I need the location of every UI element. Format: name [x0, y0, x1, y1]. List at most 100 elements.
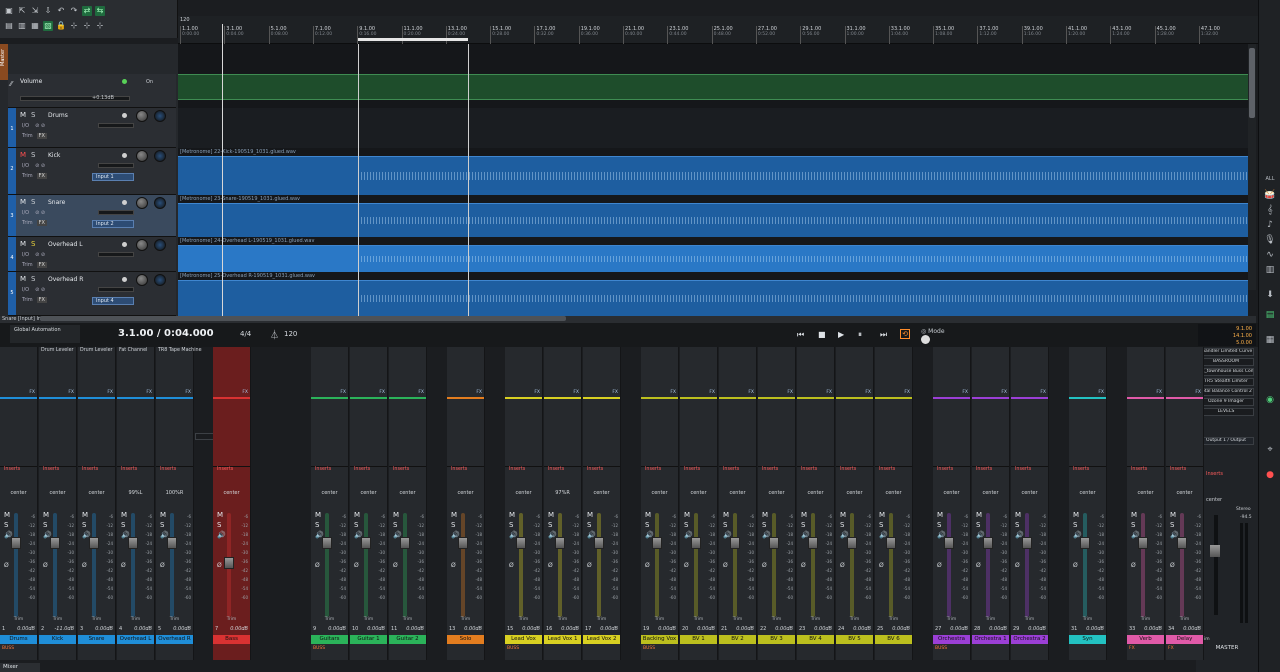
phase-invert-icon[interactable]: Ø [762, 562, 767, 569]
strip-insert-area[interactable]: FX [836, 347, 873, 467]
master-output-selector[interactable]: Output 1 / Output [1198, 437, 1254, 445]
strip-mute-button[interactable]: M [937, 510, 946, 520]
fader-track[interactable] [947, 513, 951, 617]
fader-cap[interactable] [322, 537, 332, 549]
strip-solo-button[interactable]: S [217, 520, 226, 530]
loop-range-bar[interactable] [358, 38, 468, 41]
master-plugin-slot[interactable]: BASSROOM [1198, 358, 1254, 366]
track-header-drums[interactable]: 1 M S Drums I/O ⊘ ⊘ Trim FX [8, 108, 176, 148]
phase-invert-icon[interactable]: Ø [587, 562, 592, 569]
inserts-toggle[interactable]: Inserts [1127, 467, 1164, 475]
strip-solo-button[interactable]: S [723, 520, 732, 530]
pan-value[interactable]: 100%R [156, 490, 193, 496]
inserts-toggle[interactable]: Inserts [505, 467, 542, 475]
fader-cap[interactable] [730, 537, 740, 549]
strip-solo-button[interactable]: S [1131, 520, 1140, 530]
pan-value[interactable]: center [797, 490, 834, 496]
mute-button[interactable]: M [20, 151, 26, 159]
fader-track[interactable] [364, 513, 368, 617]
pan-value[interactable]: center [1166, 490, 1203, 496]
strip-name[interactable]: Lead Vox 2 [583, 635, 620, 644]
fader-cap[interactable] [1138, 537, 1148, 549]
record-arm-button[interactable] [122, 277, 127, 282]
pan-value[interactable]: 99%L [117, 490, 154, 496]
strip-insert-area[interactable]: Fat Channel FX [117, 347, 225, 467]
track-header-snare[interactable]: 3 M S Snare I/O ⊘ ⊘ Trim FX Input 2 [8, 195, 176, 237]
master-plugin-slot[interactable]: TR5 Stealth Limiter [1198, 378, 1254, 386]
toolbar-row1-button-7-icon[interactable]: ⇆ [95, 6, 105, 16]
phase-invert-icon[interactable]: Ø [1015, 562, 1020, 569]
inserts-toggle[interactable]: Inserts [389, 467, 426, 475]
phase-invert-icon[interactable]: Ø [840, 562, 845, 569]
inserts-toggle[interactable]: Inserts [1069, 467, 1106, 475]
fx-button[interactable]: FX [36, 262, 47, 268]
strip-mute-button[interactable]: M [723, 510, 732, 520]
pan-value[interactable]: center [0, 490, 37, 496]
pan-knob[interactable] [136, 110, 148, 122]
synth-icon[interactable]: ∿ [1264, 250, 1276, 260]
strip-mute-button[interactable]: M [393, 510, 402, 520]
fader-cap[interactable] [458, 537, 468, 549]
fader-cap[interactable] [944, 537, 954, 549]
toolbar-row1-button-6-icon[interactable]: ⇄ [82, 6, 92, 16]
fader-cap[interactable] [128, 537, 138, 549]
strip-name[interactable]: Overhead R [156, 635, 193, 644]
phase-invert-icon[interactable]: Ø [82, 562, 87, 569]
guitar-icon[interactable]: ♪ [1264, 220, 1276, 230]
fader-cap[interactable] [847, 537, 857, 549]
inserts-toggle[interactable]: Inserts [447, 467, 484, 475]
track-mini-fader[interactable] [98, 123, 134, 128]
toolbar-row1-button-2-icon[interactable]: ⇲ [30, 6, 40, 16]
fader-cap[interactable] [50, 537, 60, 549]
pan-value[interactable]: center [972, 490, 1009, 496]
master-plugin-slot[interactable]: Ozone 9 Imager [1198, 398, 1254, 406]
fader-track[interactable] [1141, 513, 1145, 617]
strip-name[interactable]: Snare [78, 635, 115, 644]
solo-button[interactable]: S [31, 275, 35, 283]
vertical-scroll-thumb[interactable] [1249, 48, 1255, 118]
mixer-tab[interactable]: Mixer [0, 663, 40, 672]
strip-solo-button[interactable]: S [160, 520, 169, 530]
inserts-toggle[interactable]: Inserts [544, 467, 581, 475]
drum-icon[interactable]: 🥁 [1264, 190, 1276, 200]
strip-insert-area[interactable]: FX [933, 347, 970, 467]
track-header-overhead-r[interactable]: 5 M S Overhead R I/O ⊘ ⊘ Trim FX Input 4 [8, 272, 176, 316]
strip-solo-button[interactable]: S [1170, 520, 1179, 530]
pan-value[interactable]: center [39, 490, 76, 496]
strip-insert-area[interactable]: FX [213, 347, 250, 467]
inserts-toggle[interactable]: Inserts [1166, 467, 1203, 475]
solo-button[interactable]: S [31, 198, 35, 206]
strip-mute-button[interactable]: M [1170, 510, 1179, 520]
strip-solo-button[interactable]: S [121, 520, 130, 530]
strip-insert-area[interactable]: FX [1166, 347, 1203, 467]
strip-insert-area[interactable]: FX [583, 347, 620, 467]
mute-button[interactable]: M [20, 198, 26, 206]
monitor-icon[interactable]: ⊘ ⊘ [35, 252, 45, 258]
fader-track[interactable] [519, 513, 523, 617]
inserts-toggle[interactable]: Inserts [117, 467, 154, 475]
record-arm-button[interactable] [122, 153, 127, 158]
fx-button[interactable]: FX [36, 133, 47, 139]
strip-mute-button[interactable]: M [684, 510, 693, 520]
channel-icon[interactable]: ▤ [1264, 310, 1276, 320]
strip-mute-button[interactable]: M [645, 510, 654, 520]
strip-name[interactable]: Verb [1127, 635, 1164, 644]
pan-value[interactable]: 97%R [544, 490, 581, 496]
pan-knob[interactable] [136, 239, 148, 251]
fader-cap[interactable] [691, 537, 701, 549]
master-plugin-slot[interactable]: LEVELS [1198, 408, 1254, 416]
fader-track[interactable] [461, 513, 465, 617]
fader-track[interactable] [170, 513, 174, 617]
strip-name[interactable]: Orchestra [933, 635, 970, 644]
strip-mute-button[interactable]: M [840, 510, 849, 520]
track-mini-fader[interactable] [98, 252, 134, 257]
phase-invert-icon[interactable]: Ø [4, 562, 9, 569]
strip-insert-area[interactable]: FX [758, 347, 795, 467]
pan-value[interactable]: center [680, 490, 717, 496]
strip-insert-area[interactable]: FX [797, 347, 834, 467]
inserts-toggle[interactable]: Inserts [875, 467, 912, 475]
fader-cap[interactable] [886, 537, 896, 549]
pan-value[interactable]: center [213, 490, 250, 496]
phase-invert-icon[interactable]: Ø [548, 562, 553, 569]
strip-insert-area[interactable]: Drum Leveler FX [39, 347, 76, 467]
